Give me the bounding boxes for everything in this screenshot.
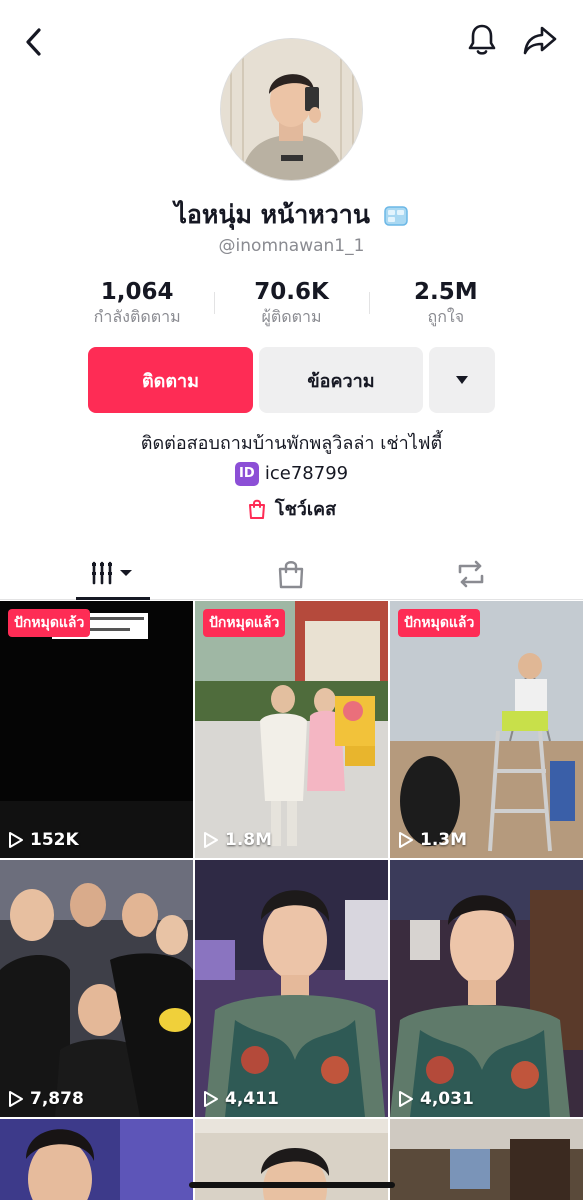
stat-label: ถูกใจ — [427, 307, 465, 326]
video-image — [390, 601, 583, 858]
profile-avatar[interactable] — [220, 38, 363, 181]
share-arrow-icon — [523, 26, 557, 55]
caret-down-icon — [456, 376, 468, 384]
video-image — [0, 860, 193, 1117]
home-indicator — [189, 1182, 395, 1188]
view-count-value: 152K — [30, 830, 79, 850]
ice-cube-icon — [383, 206, 408, 226]
play-icon — [204, 1091, 218, 1107]
video-thumbnail[interactable]: ปักหมุดแล้ว 152K — [0, 601, 193, 858]
play-icon — [9, 832, 23, 848]
view-count: 4,411 — [203, 1089, 279, 1109]
chevron-left-icon — [26, 28, 41, 56]
tab-shop[interactable] — [260, 548, 322, 600]
video-image — [195, 601, 388, 858]
view-count-value: 1.3M — [420, 830, 468, 850]
message-button[interactable]: ข้อความ — [259, 347, 423, 413]
stat-likes[interactable]: 2.5M ถูกใจ — [368, 278, 523, 334]
back-button[interactable] — [14, 22, 54, 62]
stat-value: 1,064 — [100, 279, 174, 305]
video-thumbnail[interactable] — [0, 1119, 193, 1200]
play-icon — [399, 832, 413, 848]
bio-line: ice78799 — [264, 463, 349, 484]
repost-icon — [458, 560, 484, 588]
view-count: 152K — [8, 830, 79, 850]
shopping-bag-icon — [278, 561, 304, 589]
display-name: ไอหนุ่ม หน้าหวาน — [174, 200, 370, 229]
view-count-value: 4,031 — [420, 1089, 474, 1109]
pinned-badge: ปักหมุดแล้ว — [398, 609, 481, 637]
shopping-bag-icon — [248, 499, 265, 519]
showcase-link[interactable]: โชว์เคส — [0, 494, 583, 523]
play-icon — [204, 832, 218, 848]
stat-label: กำลังติดตาม — [93, 307, 181, 326]
tab-reposts[interactable] — [440, 548, 502, 600]
display-name-row: ไอหนุ่ม หน้าหวาน — [0, 195, 583, 235]
id-badge-icon: ID — [234, 462, 259, 486]
avatar-image — [221, 39, 362, 180]
stat-value: 2.5M — [414, 279, 478, 305]
view-count: 4,031 — [398, 1089, 474, 1109]
video-thumbnail[interactable] — [390, 1119, 583, 1200]
video-image — [0, 1119, 193, 1200]
bio-id-line: ID ice78799 — [234, 460, 349, 488]
video-thumbnail[interactable]: 7,878 — [0, 860, 193, 1117]
stat-following[interactable]: 1,064 กำลังติดตาม — [60, 278, 214, 334]
pinned-badge: ปักหมุดแล้ว — [8, 609, 91, 637]
view-count: 1.8M — [203, 830, 272, 850]
stat-value: 70.6K — [254, 279, 329, 305]
tab-videos[interactable] — [76, 548, 150, 600]
video-image — [390, 1119, 583, 1200]
video-thumbnail[interactable]: 4,411 — [195, 860, 388, 1117]
view-count-value: 7,878 — [30, 1089, 84, 1109]
bell-icon — [468, 24, 496, 55]
video-thumbnail[interactable]: 4,031 — [390, 860, 583, 1117]
notification-bell-button[interactable] — [460, 20, 504, 60]
stat-label: ผู้ติดตาม — [261, 307, 322, 326]
profile-tabs — [0, 548, 583, 600]
profile-actions: ติดตาม ข้อความ — [88, 347, 495, 413]
bio-line: ติดต่อสอบถามบ้านพักพลูวิลล่า เช่าไฟตี้ — [140, 433, 443, 454]
suggested-accounts-button[interactable] — [429, 347, 495, 413]
grid-columns-icon — [92, 561, 132, 584]
video-thumbnail[interactable]: ปักหมุดแล้ว 1.3M — [390, 601, 583, 858]
share-button[interactable] — [518, 20, 562, 60]
view-count: 1.3M — [398, 830, 467, 850]
username-handle: @inomnawan1_1 — [218, 236, 365, 256]
view-count-value: 1.8M — [225, 830, 273, 850]
stat-followers[interactable]: 70.6K ผู้ติดตาม — [214, 278, 368, 334]
video-image — [195, 860, 388, 1117]
profile-bio: ติดต่อสอบถามบ้านพักพลูวิลล่า เช่าไฟตี้ I… — [0, 430, 583, 488]
video-thumbnail[interactable]: ปักหมุดแล้ว 1.8M — [195, 601, 388, 858]
follow-button[interactable]: ติดตาม — [88, 347, 253, 413]
video-image — [0, 601, 193, 858]
view-count-value: 4,411 — [225, 1089, 279, 1109]
video-image — [390, 860, 583, 1117]
showcase-label: โชว์เคส — [274, 499, 337, 520]
view-count: 7,878 — [8, 1089, 84, 1109]
profile-stats: 1,064 กำลังติดตาม 70.6K ผู้ติดตาม 2.5M ถ… — [60, 278, 523, 334]
play-icon — [9, 1091, 23, 1107]
play-icon — [399, 1091, 413, 1107]
pinned-badge: ปักหมุดแล้ว — [203, 609, 286, 637]
